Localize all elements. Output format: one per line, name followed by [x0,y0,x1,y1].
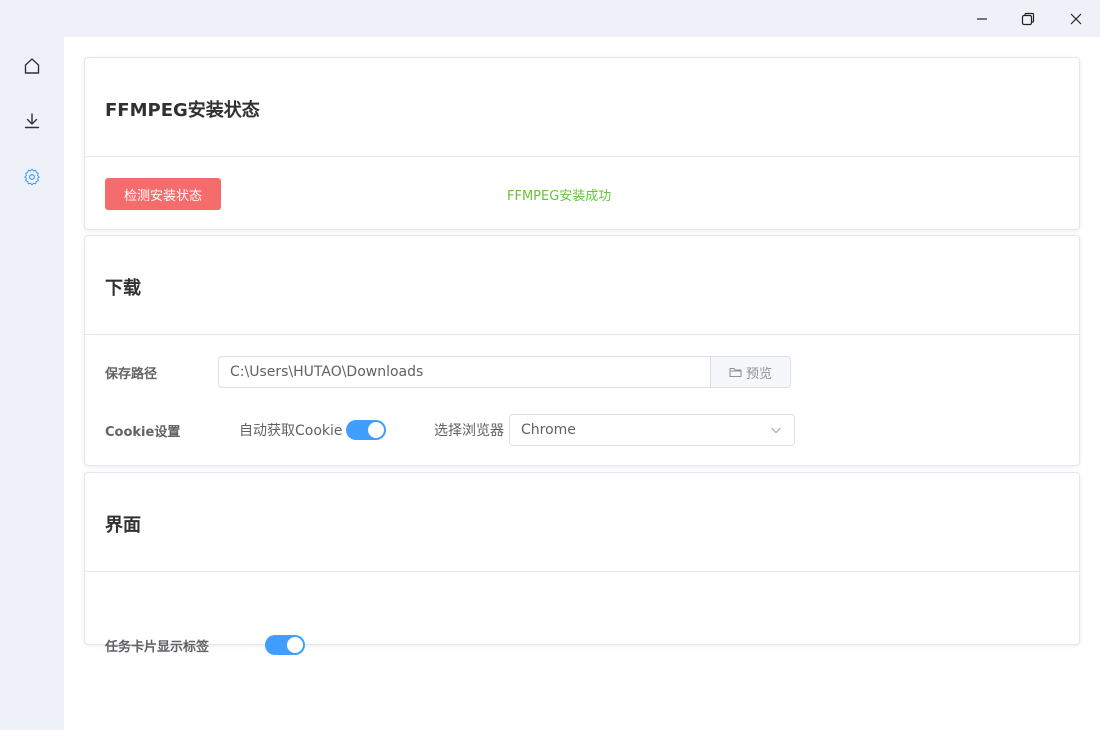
save-path-input[interactable]: C:\Users\HUTAO\Downloads [218,356,711,388]
ffmpeg-card-header: FFMPEG安装状态 [85,58,1079,157]
sidebar-item-settings[interactable] [12,157,52,197]
save-path-label: 保存路径 [105,367,158,382]
download-icon [24,113,40,129]
ui-card-title: 界面 [105,515,141,536]
install-status-text: FFMPEG安装成功 [507,189,612,204]
download-card-header: 下载 [85,236,1079,335]
browser-select-value: Chrome [521,422,576,438]
gear-icon [24,168,40,186]
folder-icon [729,367,742,378]
download-card-title: 下载 [105,278,141,299]
restore-button[interactable] [1005,0,1051,37]
ui-card: 界面 任务卡片显示标签 [84,472,1080,655]
cookie-settings-label: Cookie设置 [105,425,181,440]
restore-icon [1021,12,1035,25]
close-icon [1070,13,1082,24]
browser-select[interactable]: Chrome [509,414,795,446]
chevron-down-icon [771,427,781,434]
title-bar [0,0,1100,37]
ffmpeg-card-title: FFMPEG安装状态 [105,100,260,121]
minimize-button[interactable] [959,0,1005,37]
show-tag-switch[interactable] [265,635,305,655]
preview-button-label: 预览 [745,366,772,382]
auto-cookie-switch[interactable] [346,420,386,440]
browser-select-label: 选择浏览器 [434,423,504,439]
ffmpeg-card: FFMPEG安装状态 检测安装状态 FFMPEG安装成功 [84,57,1080,230]
show-tag-label: 任务卡片显示标签 [105,640,210,655]
sidebar-item-download[interactable] [12,101,52,141]
settings-page: FFMPEG安装状态 检测安装状态 FFMPEG安装成功 下载 保存路径 C:\… [64,37,1100,730]
download-card: 下载 保存路径 C:\Users\HUTAO\Downloads 预览 Cook… [84,235,1080,466]
minimize-icon [977,17,987,20]
ui-card-header: 界面 [85,473,1079,572]
check-install-button[interactable]: 检测安装状态 [105,178,221,210]
preview-button[interactable]: 预览 [710,356,791,388]
sidebar [0,37,64,730]
close-button[interactable] [1053,0,1099,37]
sidebar-item-home[interactable] [12,46,52,86]
home-icon [24,58,40,74]
auto-cookie-label: 自动获取Cookie [239,423,343,439]
